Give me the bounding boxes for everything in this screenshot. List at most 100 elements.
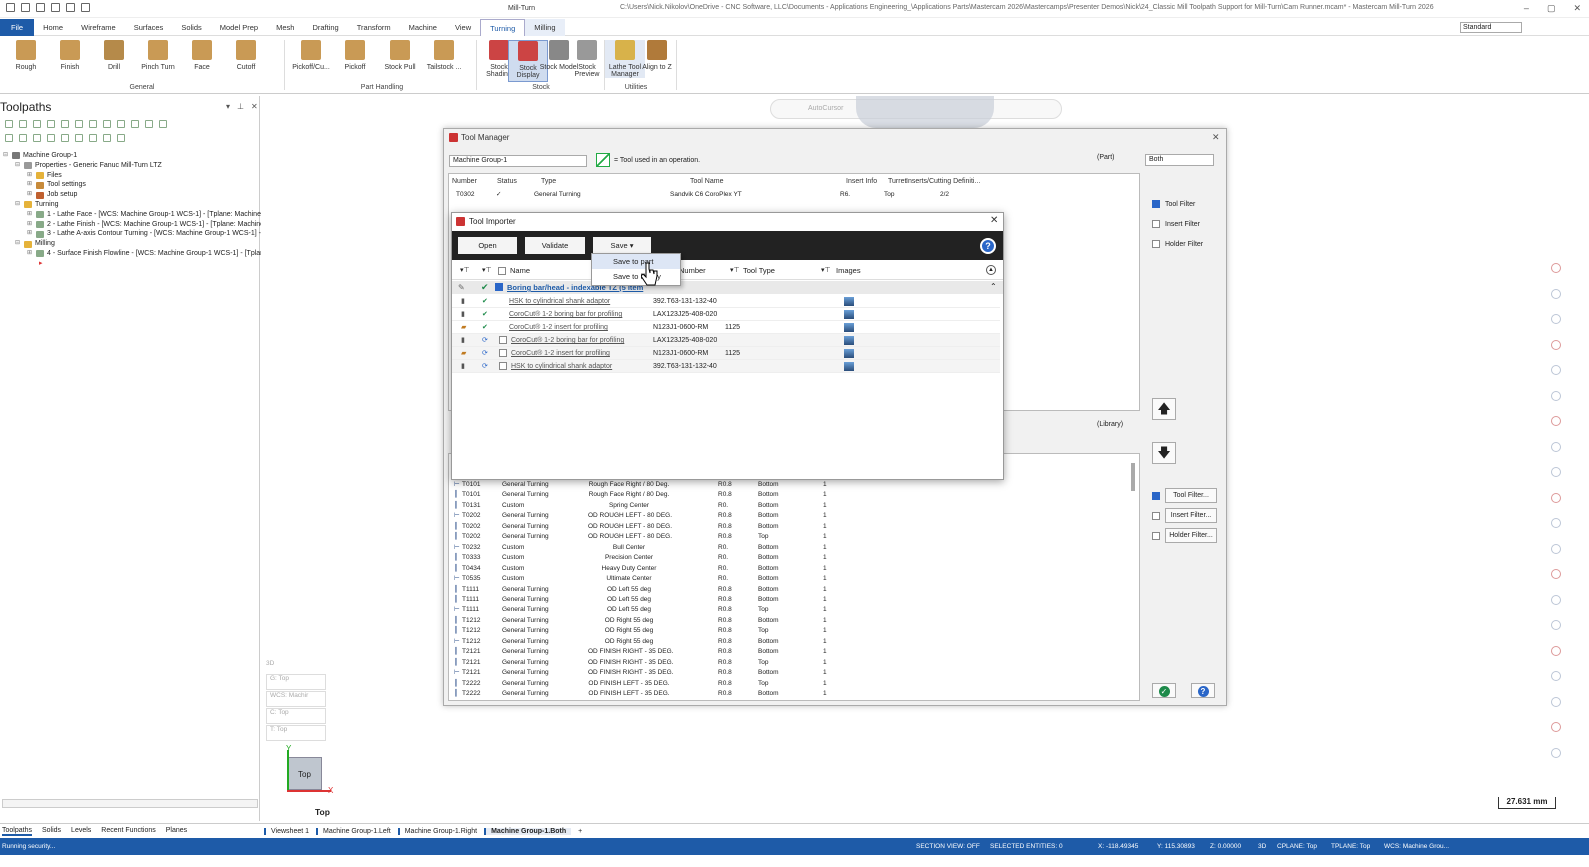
library-tool-row[interactable]: ⊢ T0101 General Turning Rough Face Right / … <box>450 480 850 490</box>
tree-item[interactable]: ⊞ Files <box>3 171 268 181</box>
tplane-status[interactable]: TPLANE: Top <box>1331 838 1370 855</box>
filter-label[interactable]: Insert Filter <box>1165 221 1200 228</box>
view-tool-icon[interactable] <box>1551 288 1561 299</box>
importer-group-row[interactable]: ✎ ✔ Boring bar/head - indexable TZ (5 it… <box>452 281 1003 294</box>
filter-button[interactable]: Tool Filter... <box>1165 488 1217 503</box>
library-tool-row[interactable]: ┃ T0202 General Turning OD ROUGH LEFT - 80 … <box>450 532 850 542</box>
tree-item[interactable]: ⊞ 4 - Surface Finish Flowline - [WCS: Mac… <box>3 249 268 259</box>
view-tool-icon[interactable] <box>1551 594 1561 605</box>
library-tool-row[interactable]: ┃ T0202 General Turning OD ROUGH LEFT - 80 … <box>450 522 850 532</box>
library-scrollbar[interactable] <box>1131 463 1135 491</box>
ribbon-pickoff-cu-button[interactable]: Pickoff/Cu... <box>291 40 331 71</box>
tree-item[interactable]: ⊞ 1 - Lathe Face - [WCS: Machine Group-1 … <box>3 210 268 220</box>
lock-icon[interactable] <box>145 120 153 128</box>
filter-button[interactable]: Insert Filter... <box>1165 508 1217 523</box>
tplane-combo[interactable]: T: Top <box>266 725 326 741</box>
tree-item[interactable]: ⊞ 3 - Lathe A-axis Contour Turning - [WCS… <box>3 229 268 239</box>
row-checkbox[interactable] <box>499 336 507 344</box>
post-icon[interactable] <box>103 120 111 128</box>
ribbon-pickoff-button[interactable]: Pickoff <box>335 40 375 71</box>
ribbon-cutoff-button[interactable]: Cutoff <box>226 40 266 71</box>
tab-mesh[interactable]: Mesh <box>267 19 303 36</box>
horizontal-scrollbar[interactable] <box>2 799 258 808</box>
help-icon[interactable] <box>159 120 167 128</box>
col-images[interactable]: Images <box>836 266 861 275</box>
library-tool-row[interactable]: ┃ T1212 General Turning OD Right 55 deg R0.8… <box>450 626 850 636</box>
tab-view[interactable]: View <box>446 19 480 36</box>
view-tool-icon[interactable] <box>1551 543 1561 554</box>
dropdown-icon[interactable]: ▾ <box>226 102 230 111</box>
part-col-type[interactable]: Type <box>541 178 556 185</box>
ribbon-rough-button[interactable]: Rough <box>6 40 46 71</box>
tool-name-link[interactable]: CoroCut® 1-2 boring bar for profiling <box>509 308 622 321</box>
select-failed-icon[interactable] <box>19 120 27 128</box>
tab-transform[interactable]: Transform <box>348 19 400 36</box>
library-tool-row[interactable]: ⊢ T1212 General Turning OD Right 55 deg R0.8… <box>450 637 850 647</box>
save-icon[interactable] <box>36 3 45 12</box>
move-up-icon[interactable] <box>19 134 27 142</box>
part-geometry[interactable] <box>856 96 994 128</box>
library-tool-row[interactable]: ┃ T0333 Custom Precision Center R0. Bottom 1 <box>450 553 850 563</box>
viewsheet-tab[interactable]: Viewsheet 1 <box>264 827 314 835</box>
ribbon-align-to-z-button[interactable]: Align to Z <box>637 40 677 71</box>
filter-checkbox[interactable] <box>1152 240 1160 248</box>
filter-tool-filter[interactable]: Tool Filter... <box>1152 488 1217 503</box>
part-tool-row[interactable]: T0302 ✓ General Turning Sandvik C6 CoroPlex… <box>450 190 1130 200</box>
importer-row[interactable]: ▮ ⟳ HSK to cylindrical shank adaptor 392.T6… <box>452 360 1000 373</box>
insert-arrow-icon[interactable] <box>33 134 41 142</box>
tab-milling[interactable]: Milling <box>525 18 565 36</box>
tree-item[interactable]: ⊞ Job setup <box>3 190 268 200</box>
library-tool-row[interactable]: ┃ T1111 General Turning OD Left 55 deg R0.8 B… <box>450 585 850 595</box>
minimize-icon[interactable]: – <box>1524 3 1529 14</box>
collapse-icon[interactable] <box>117 134 125 142</box>
filter-tool-filter[interactable]: Tool Filter <box>1152 200 1195 208</box>
filter-combo[interactable]: Both <box>1145 154 1214 166</box>
view-tool-icon[interactable] <box>1551 620 1561 630</box>
view-tool-icon[interactable] <box>1551 441 1561 452</box>
tab-solids[interactable]: Solids <box>172 19 210 36</box>
close-panel-icon[interactable]: ✕ <box>251 102 258 111</box>
ribbon-pinch-turn-button[interactable]: Pinch Turn <box>138 40 178 71</box>
gview-combo[interactable]: G: Top <box>266 674 326 690</box>
filter-holder-filter[interactable]: Holder Filter <box>1152 240 1203 248</box>
library-tool-row[interactable]: ┃ T2121 General Turning OD FINISH RIGHT - 3… <box>450 658 850 668</box>
tree-item[interactable]: ⊟ Properties - Generic Fanuc Mill-Turn LT… <box>3 161 268 171</box>
library-tool-row[interactable]: ┃ T0131 Custom Spring Center R0. Bottom 1 <box>450 501 850 511</box>
importer-row[interactable]: ▮ ⟳ CoroCut® 1-2 boring bar for profiling L… <box>452 334 1000 347</box>
filter-checkbox[interactable] <box>1152 220 1160 228</box>
backplot-icon[interactable] <box>61 120 69 128</box>
tool-name-link[interactable]: HSK to cylindrical shank adaptor <box>509 295 610 308</box>
filter-checkbox[interactable] <box>1152 491 1160 500</box>
col-name[interactable]: Name <box>510 266 530 275</box>
library-tool-row[interactable]: ┃ T1111 General Turning OD Left 55 deg R0.8 B… <box>450 595 850 605</box>
expand-icon[interactable] <box>103 134 111 142</box>
filter-icon[interactable]: ▾⊤ <box>460 266 470 274</box>
importer-row[interactable]: ▮ ✔ CoroCut® 1-2 boring bar for profiling L… <box>452 308 1000 321</box>
tool-name-link[interactable]: CoroCut® 1-2 boring bar for profiling <box>511 334 624 347</box>
library-tool-row[interactable]: ┃ T2222 General Turning OD FINISH LEFT - 35… <box>450 689 850 699</box>
group-collapse-icon[interactable]: ⌃ <box>990 282 997 291</box>
undo-icon[interactable] <box>66 3 75 12</box>
section-view[interactable]: SECTION VIEW: OFF <box>916 838 980 855</box>
delete-icon[interactable] <box>131 120 139 128</box>
machine-group-combo[interactable]: Machine Group-1 <box>449 155 587 167</box>
view-tool-icon[interactable] <box>1551 645 1561 656</box>
view-tool-icon[interactable] <box>1551 365 1561 375</box>
tab-model-prep[interactable]: Model Prep <box>211 19 267 36</box>
save-to-part-item[interactable]: Save to part <box>592 254 680 269</box>
filter-checkbox[interactable] <box>1152 511 1160 520</box>
tree-item[interactable]: ⊟ Machine Group-1 <box>3 151 268 161</box>
view-3d-toggle[interactable]: 3D <box>266 660 326 674</box>
tree-item[interactable]: ⊞ 2 - Lathe Finish - [WCS: Machine Group-… <box>3 220 268 230</box>
viewsheet-tab[interactable]: Machine Group-1.Left <box>316 827 396 835</box>
maximize-icon[interactable]: ▢ <box>1547 3 1556 14</box>
move-up-button[interactable]: 🡅 <box>1152 398 1176 420</box>
tree-item[interactable]: ⊟ Turning <box>3 200 268 210</box>
filter-icon[interactable]: ▾⊤ <box>482 266 492 274</box>
filter-button[interactable]: Holder Filter... <box>1165 528 1217 543</box>
view-tool-icon[interactable] <box>1551 263 1561 273</box>
filter-icon[interactable]: ▾⊤ <box>821 266 831 274</box>
help-button[interactable]: ? <box>1191 683 1215 698</box>
panel-tab-planes[interactable]: Planes <box>166 827 187 836</box>
library-tool-row[interactable]: ⊢ T2121 General Turning OD FINISH RIGHT - 3… <box>450 668 850 678</box>
